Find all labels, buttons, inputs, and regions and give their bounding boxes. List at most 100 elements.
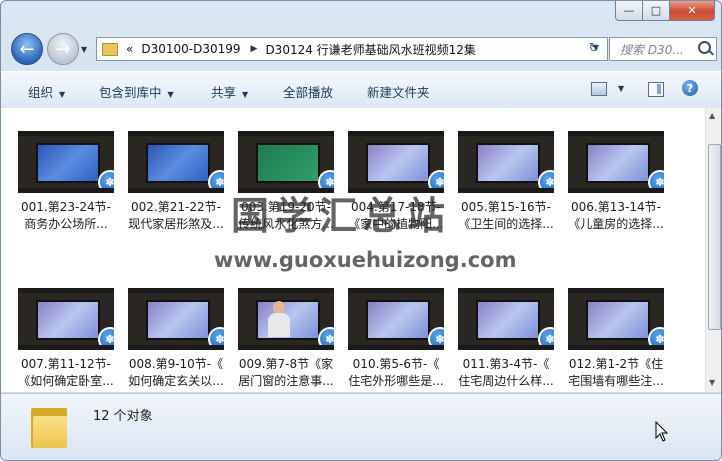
- refresh-icon: ↻: [588, 40, 600, 56]
- file-name: 011.第3-4节-《 住宅周边什么样...: [453, 356, 559, 390]
- item-count: 12 个对象: [93, 409, 153, 424]
- minimize-button[interactable]: —: [615, 1, 643, 21]
- lecture-slide: [476, 143, 540, 183]
- video-thumbnail: ✽: [128, 131, 224, 193]
- file-name-line2: 如何确定玄关以...: [128, 374, 224, 388]
- file-name-line1: 009.第7-8节《家: [238, 357, 334, 371]
- preview-pane-icon[interactable]: [648, 82, 664, 97]
- scroll-down-icon[interactable]: ▼: [709, 378, 715, 387]
- file-name-line1: 011.第3-4节-《: [462, 357, 550, 371]
- file-name-line2: 《卫生间的选择...: [458, 217, 554, 231]
- chevron-down-icon: ▼: [59, 90, 66, 99]
- window-controls: — □ ✕: [615, 1, 715, 21]
- folder-icon: [102, 42, 118, 56]
- mouse-cursor-icon: [655, 421, 669, 442]
- file-item[interactable]: ✽ 005.第15-16节- 《卫生间的选择...: [453, 131, 559, 233]
- play-all-button[interactable]: 全部播放: [283, 82, 333, 101]
- file-item[interactable]: ✽ 010.第5-6节-《 住宅外形哪些是...: [343, 288, 449, 390]
- video-file-icon: ✽: [208, 170, 224, 188]
- folder-icon: [31, 404, 67, 448]
- search-icon[interactable]: [698, 41, 711, 54]
- close-button[interactable]: ✕: [670, 1, 715, 21]
- file-name-line2: 住宅外形哪些是...: [348, 374, 444, 388]
- arrow-left-icon: ←: [19, 38, 35, 60]
- search-box[interactable]: 搜索 D30...: [609, 37, 717, 61]
- file-item[interactable]: ✽ 007.第11-12节- 《如何确定卧室...: [13, 288, 119, 390]
- file-name-line2: 宅围墙有哪些注...: [568, 374, 664, 388]
- video-thumbnail: ✽: [18, 131, 114, 193]
- organize-menu[interactable]: 组织 ▼: [28, 82, 65, 101]
- video-file-icon: ✽: [318, 327, 334, 345]
- file-name: 008.第9-10节-《 如何确定玄关以...: [123, 356, 229, 390]
- include-in-library-menu[interactable]: 包含到库中 ▼: [99, 82, 174, 101]
- breadcrumb-parent[interactable]: D30100-D30199: [141, 42, 240, 56]
- video-thumbnail: ✽: [348, 131, 444, 193]
- watermark-url: www.guoxuehuizong.com: [214, 248, 517, 272]
- include-in-library-label: 包含到库中: [99, 85, 162, 100]
- file-name: 001.第23-24节- 商务办公场所...: [13, 199, 119, 233]
- scroll-up-icon[interactable]: ▲: [709, 111, 715, 120]
- video-file-icon: ✽: [208, 327, 224, 345]
- file-item[interactable]: ✽ 012.第1-2节《住 宅围墙有哪些注...: [563, 288, 669, 390]
- file-name-line2: 住宅周边什么样...: [458, 374, 554, 388]
- vertical-scrollbar[interactable]: ▲ ▼: [705, 108, 721, 392]
- file-name-line1: 006.第13-14节-: [571, 200, 661, 214]
- file-name: 010.第5-6节-《 住宅外形哪些是...: [343, 356, 449, 390]
- maximize-button[interactable]: □: [643, 1, 670, 21]
- file-name-line1: 002.第21-22节-: [131, 200, 221, 214]
- address-bar[interactable]: « D30100-D30199 ▶ D30124 行谦老师基础风水班视频12集 …: [96, 37, 608, 61]
- video-file-icon: ✽: [648, 327, 664, 345]
- lecture-slide: [36, 300, 100, 340]
- file-name-line2: 《如何确定卧室...: [18, 374, 114, 388]
- video-file-icon: ✽: [428, 327, 444, 345]
- video-file-icon: ✽: [538, 170, 554, 188]
- file-name: 007.第11-12节- 《如何确定卧室...: [13, 356, 119, 390]
- share-menu[interactable]: 共享 ▼: [211, 82, 248, 101]
- file-name-line1: 008.第9-10节-《: [128, 357, 224, 371]
- file-name-line1: 005.第15-16节-: [461, 200, 551, 214]
- breadcrumb-chevron-icon[interactable]: ▶: [251, 44, 258, 54]
- file-item[interactable]: ✽ 009.第7-8节《家 居门窗的注意事...: [233, 288, 339, 390]
- file-item[interactable]: ✽ 006.第13-14节- 《儿童房的选择...: [563, 131, 669, 233]
- video-thumbnail: ✽: [18, 288, 114, 350]
- back-button[interactable]: ←: [11, 33, 43, 65]
- help-icon[interactable]: ?: [682, 80, 698, 96]
- forward-button[interactable]: →: [47, 33, 79, 65]
- video-thumbnail: ✽: [238, 131, 334, 193]
- view-options-dropdown[interactable]: ▼: [618, 84, 624, 93]
- new-folder-button[interactable]: 新建文件夹: [367, 82, 430, 101]
- breadcrumb-overflow[interactable]: «: [126, 42, 133, 56]
- lecturer-figure: [268, 301, 290, 337]
- file-name-line1: 007.第11-12节-: [21, 357, 111, 371]
- file-name-line1: 012.第1-2节《住: [568, 357, 664, 371]
- file-name: 002.第21-22节- 现代家居形煞及...: [123, 199, 229, 233]
- arrow-right-icon: →: [55, 38, 71, 60]
- chevron-down-icon: ▼: [167, 90, 174, 99]
- file-name-line1: 010.第5-6节-《: [352, 357, 440, 371]
- share-label: 共享: [211, 85, 237, 100]
- chevron-down-icon: ▼: [242, 90, 249, 99]
- lecture-slide: [366, 300, 430, 340]
- lecture-slide: [586, 300, 650, 340]
- file-item[interactable]: ✽ 002.第21-22节- 现代家居形煞及...: [123, 131, 229, 233]
- video-thumbnail: ✽: [348, 288, 444, 350]
- explorer-window: — □ ✕ ← → ▼ « D30100-D30199 ▶ D30124 行谦老…: [0, 0, 722, 461]
- lecture-slide: [586, 143, 650, 183]
- file-item[interactable]: ✽ 001.第23-24节- 商务办公场所...: [13, 131, 119, 233]
- recent-pages-dropdown[interactable]: ▼: [81, 45, 87, 54]
- file-item[interactable]: ✽ 008.第9-10节-《 如何确定玄关以...: [123, 288, 229, 390]
- file-item[interactable]: ✽ 011.第3-4节-《 住宅周边什么样...: [453, 288, 559, 390]
- file-name: 009.第7-8节《家 居门窗的注意事...: [233, 356, 339, 390]
- file-name: 006.第13-14节- 《儿童房的选择...: [563, 199, 669, 233]
- change-view-icon[interactable]: [591, 82, 607, 96]
- navigation-bar: ← → ▼ « D30100-D30199 ▶ D30124 行谦老师基础风水班…: [1, 31, 721, 69]
- file-name: 005.第15-16节- 《卫生间的选择...: [453, 199, 559, 233]
- breadcrumb-current[interactable]: D30124 行谦老师基础风水班视频12集: [265, 41, 476, 58]
- refresh-button[interactable]: ↻: [583, 39, 605, 57]
- command-bar: 组织 ▼ 包含到库中 ▼ 共享 ▼ 全部播放 新建文件夹 ▼ ?: [1, 71, 721, 109]
- scrollbar-thumb[interactable]: [708, 144, 721, 330]
- search-placeholder[interactable]: 搜索 D30...: [620, 41, 684, 58]
- organize-label: 组织: [28, 85, 54, 100]
- video-file-icon: ✽: [98, 170, 114, 188]
- file-name: 012.第1-2节《住 宅围墙有哪些注...: [563, 356, 669, 390]
